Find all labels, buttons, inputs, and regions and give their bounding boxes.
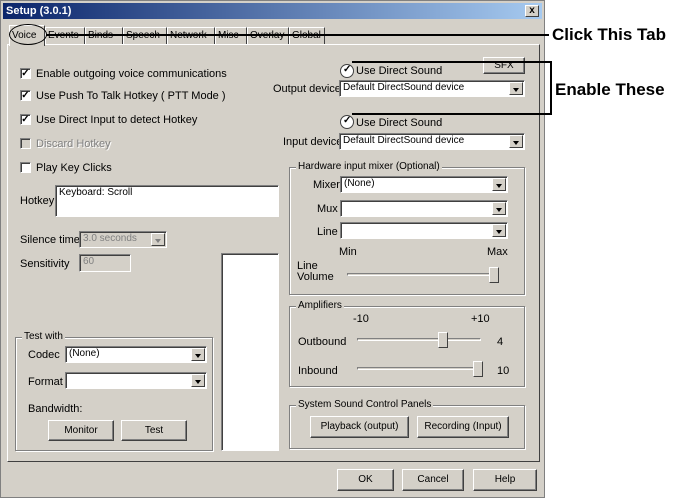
mixer-label: Mixer: [313, 179, 340, 191]
codec-label: Codec: [28, 349, 60, 361]
chevron-down-icon: [509, 135, 523, 148]
mixer-min-label: Min: [339, 246, 357, 258]
tab-callout-line: [46, 34, 549, 36]
tab-network[interactable]: Network: [167, 27, 215, 45]
outbound-slider[interactable]: [438, 332, 449, 348]
line-volume-label-2: Volume: [297, 271, 334, 283]
input-direct-sound-label: Use Direct Sound: [356, 117, 443, 129]
input-device-value: Default DirectSound device: [343, 135, 465, 146]
close-button[interactable]: x: [525, 5, 539, 17]
title-bar[interactable]: Setup (3.0.1) x: [3, 3, 542, 19]
codec-select[interactable]: (None): [65, 346, 207, 363]
chevron-down-icon: [151, 233, 165, 246]
output-device-value: Default DirectSound device: [343, 82, 465, 93]
outbound-label: Outbound: [298, 336, 347, 348]
enable-outgoing-label: Enable outgoing voice communications: [36, 68, 227, 80]
tab-events[interactable]: Events: [45, 27, 85, 45]
chevron-down-icon: [492, 224, 506, 237]
line-volume-slider[interactable]: [489, 267, 499, 283]
hardware-mixer-title: Hardware input mixer (Optional): [296, 161, 442, 172]
sensitivity-input[interactable]: 60: [79, 254, 131, 272]
silence-time-select[interactable]: 3.0 seconds: [79, 231, 167, 248]
monitor-button[interactable]: Monitor: [48, 420, 114, 441]
recording-button[interactable]: Recording (Input): [417, 416, 509, 438]
push-to-talk-checkbox[interactable]: ✓: [20, 90, 31, 101]
play-key-clicks-label: Play Key Clicks: [36, 162, 112, 174]
discard-hotkey-checkbox[interactable]: [20, 138, 31, 149]
silence-time-label: Silence time: [20, 234, 80, 246]
inbound-label: Inbound: [298, 365, 338, 377]
silence-time-value: 3.0 seconds: [83, 233, 137, 244]
cancel-button[interactable]: Cancel: [402, 469, 464, 491]
output-device-label: Output device: [273, 83, 341, 95]
format-label: Format: [28, 376, 63, 388]
mux-label: Mux: [317, 203, 338, 215]
push-to-talk-label: Use Push To Talk Hotkey ( PTT Mode ): [36, 90, 226, 102]
inbound-slider[interactable]: [473, 361, 483, 377]
sfx-button[interactable]: SFX: [483, 57, 525, 74]
output-direct-sound-label: Use Direct Sound: [356, 65, 443, 77]
format-select[interactable]: [65, 372, 207, 389]
bandwidth-label: Bandwidth:: [28, 403, 83, 415]
sound-panels-title: System Sound Control Panels: [296, 399, 434, 410]
inbound-value: 10: [497, 365, 510, 377]
enable-callout-side: [550, 61, 552, 115]
chevron-down-icon: [191, 374, 205, 387]
tab-overlay[interactable]: Overlay: [247, 27, 289, 45]
setup-dialog: Setup (3.0.1) x Voice Events Binds Speec…: [0, 0, 545, 498]
enable-these-annotation: Enable These: [555, 80, 665, 99]
chevron-down-icon: [509, 82, 523, 95]
amplifiers-title: Amplifiers: [296, 300, 344, 311]
test-with-title: Test with: [22, 331, 65, 342]
test-button[interactable]: Test: [121, 420, 187, 441]
line-volume-track: [347, 273, 497, 276]
outbound-track: [357, 338, 481, 341]
tab-binds[interactable]: Binds: [85, 27, 123, 45]
mux-select[interactable]: [340, 200, 508, 217]
outbound-value: 4: [497, 336, 504, 348]
hotkey-label: Hotkey: [20, 195, 55, 207]
direct-input-checkbox[interactable]: ✓: [20, 114, 31, 125]
chevron-down-icon: [492, 178, 506, 191]
codec-value: (None): [69, 348, 100, 359]
enable-outgoing-checkbox[interactable]: ✓: [20, 68, 31, 79]
click-tab-annotation: Click This Tab: [552, 25, 666, 44]
sensitivity-label: Sensitivity: [20, 258, 70, 270]
hotkey-input[interactable]: Keyboard: Scroll: [55, 185, 279, 217]
output-direct-sound-toggle[interactable]: [340, 64, 354, 78]
help-button[interactable]: Help: [473, 469, 537, 491]
chevron-down-icon: [492, 202, 506, 215]
mixer-max-label: Max: [487, 246, 508, 258]
level-meter: [221, 253, 279, 451]
input-device-select[interactable]: Default DirectSound device: [339, 133, 525, 150]
amplifier-max-label: +10: [471, 313, 490, 325]
output-device-select[interactable]: Default DirectSound device: [339, 80, 525, 97]
direct-input-label: Use Direct Input to detect Hotkey: [36, 114, 198, 126]
play-key-clicks-checkbox[interactable]: [20, 162, 31, 173]
chevron-down-icon: [191, 348, 205, 361]
input-device-label: Input device: [283, 136, 343, 148]
inbound-track: [357, 367, 481, 370]
enable-callout-top: [352, 61, 552, 63]
input-direct-sound-toggle[interactable]: [340, 115, 354, 129]
ok-button[interactable]: OK: [337, 469, 394, 491]
line-select[interactable]: [340, 222, 508, 239]
playback-button[interactable]: Playback (output): [310, 416, 409, 438]
tab-highlight-ellipse: [9, 24, 47, 45]
enable-callout-bottom: [352, 113, 552, 115]
window-title: Setup (3.0.1): [6, 5, 72, 17]
discard-hotkey-label: Discard Hotkey: [36, 138, 111, 150]
tab-speech[interactable]: Speech: [123, 27, 167, 45]
mixer-value: (None): [344, 178, 375, 189]
amplifier-min-label: -10: [353, 313, 369, 325]
tab-global[interactable]: Global: [289, 27, 325, 45]
line-label: Line: [317, 226, 338, 238]
mixer-select[interactable]: (None): [340, 176, 508, 193]
tab-misc[interactable]: Misc: [215, 27, 247, 45]
